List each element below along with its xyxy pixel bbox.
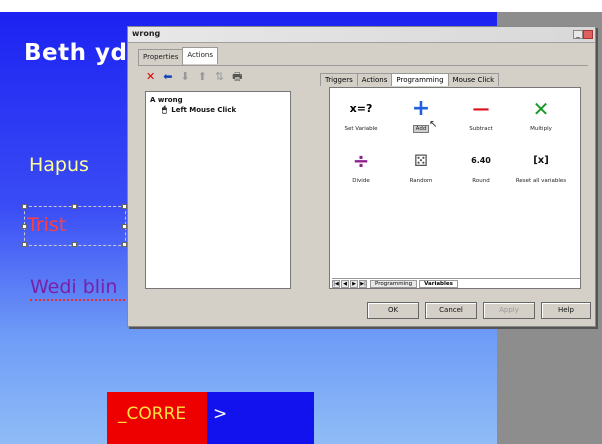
- word-hapus[interactable]: Hapus: [29, 154, 89, 176]
- cancel-button[interactable]: Cancel: [425, 302, 477, 319]
- dialog-title: wrong: [132, 29, 161, 38]
- reset-variables-item[interactable]: [x] Reset all variables: [512, 150, 570, 184]
- item-label: Multiply: [530, 126, 552, 132]
- arrow-text: >: [213, 404, 228, 424]
- prev-tab-icon[interactable]: ◀: [341, 279, 349, 288]
- add-item[interactable]: + Add: [392, 96, 450, 133]
- mouse-pointer-icon: ↖: [429, 119, 438, 130]
- reorder-icon[interactable]: ⇅: [215, 71, 224, 83]
- tree-root-item[interactable]: A wrong: [150, 96, 183, 104]
- tab-actions-category[interactable]: Actions: [356, 73, 393, 86]
- item-label: Add: [412, 125, 430, 133]
- help-button[interactable]: Help: [541, 302, 591, 319]
- tree-root-label: wrong: [157, 96, 183, 104]
- resize-handle[interactable]: [72, 242, 77, 247]
- correct-text[interactable]: _CORRE: [118, 404, 186, 424]
- print-icon[interactable]: 🖶: [232, 71, 242, 83]
- action-category-tabs: Triggers Actions Programming Mouse Click: [320, 73, 500, 86]
- programming-actions-grid: x=? Set Variable + Add — Subtract ✕ Mult…: [329, 87, 581, 289]
- plus-icon: +: [411, 96, 431, 121]
- apply-button[interactable]: Apply: [483, 302, 535, 319]
- minus-icon: —: [472, 99, 490, 119]
- ok-button[interactable]: OK: [367, 302, 419, 319]
- divide-item[interactable]: ÷ Divide: [332, 150, 390, 184]
- item-label: Random: [409, 178, 433, 184]
- round-icon: 6.40: [471, 156, 491, 165]
- tree-child-item[interactable]: 🖱 Left Mouse Click: [162, 105, 236, 115]
- move-down-icon[interactable]: ⬇: [180, 71, 189, 83]
- multiply-item[interactable]: ✕ Multiply: [512, 98, 570, 132]
- dialog-tabs: Properties Actions: [138, 47, 218, 66]
- dice-icon: ⚄: [414, 151, 428, 170]
- next-tab-icon[interactable]: ▶: [350, 279, 358, 288]
- last-tab-icon[interactable]: ▶|: [359, 279, 367, 288]
- spellcheck-underline: [30, 298, 125, 301]
- delete-icon[interactable]: ✕: [146, 71, 155, 83]
- tree-child-label: Left Mouse Click: [171, 106, 237, 114]
- tab-variables-sheet[interactable]: Variables: [419, 279, 458, 288]
- item-label: Set Variable: [344, 126, 378, 132]
- item-label: Subtract: [469, 126, 493, 132]
- resize-handle[interactable]: [72, 204, 77, 209]
- tab-properties[interactable]: Properties: [138, 49, 184, 66]
- subtract-item[interactable]: — Subtract: [452, 98, 510, 132]
- item-label: Reset all variables: [515, 178, 567, 184]
- tab-actions[interactable]: Actions: [182, 47, 218, 64]
- set-variable-item[interactable]: x=? Set Variable: [332, 98, 390, 132]
- random-item[interactable]: ⚄ Random: [392, 150, 450, 184]
- multiply-icon: ✕: [532, 97, 550, 121]
- first-tab-icon[interactable]: |◀: [332, 279, 340, 288]
- actions-tree: A wrong 🖱 Left Mouse Click: [145, 91, 291, 289]
- resize-handle[interactable]: [22, 242, 27, 247]
- tab-programming-sheet[interactable]: Programming: [370, 279, 418, 288]
- item-label: Round: [472, 178, 490, 184]
- close-icon[interactable]: [583, 30, 593, 39]
- minimize-icon[interactable]: _: [573, 30, 583, 39]
- slide-title: Beth ydy: [24, 40, 143, 66]
- divide-icon: ÷: [352, 149, 370, 173]
- back-arrow-icon[interactable]: ⬅: [163, 71, 172, 83]
- set-variable-icon: x=?: [349, 102, 373, 115]
- object-a-icon: A: [150, 96, 156, 104]
- word-trist[interactable]: Trist: [27, 214, 66, 236]
- grid-bottom-tabs: |◀ ◀ ▶ ▶| Programming Variables: [332, 278, 580, 288]
- tab-triggers[interactable]: Triggers: [320, 73, 358, 86]
- actions-toolbar: ✕ ⬅ ⬇ ⬆ ⇅ 🖶: [146, 71, 242, 83]
- word-wedi-blin[interactable]: Wedi blin: [30, 276, 117, 298]
- tab-programming[interactable]: Programming: [391, 73, 449, 86]
- mouse-icon: 🖱: [162, 105, 167, 114]
- resize-handle[interactable]: [22, 204, 27, 209]
- tab-divider: [138, 65, 588, 66]
- dialog-titlebar[interactable]: wrong _: [128, 27, 595, 43]
- item-label: Divide: [352, 178, 370, 184]
- properties-dialog: wrong _ Properties Actions ✕ ⬅ ⬇ ⬆ ⇅ 🖶 A…: [127, 26, 596, 327]
- reset-variables-icon: [x]: [533, 155, 549, 166]
- tab-mouse-click[interactable]: Mouse Click: [447, 73, 500, 86]
- round-item[interactable]: 6.40 Round: [452, 150, 510, 184]
- move-up-icon[interactable]: ⬆: [198, 71, 207, 83]
